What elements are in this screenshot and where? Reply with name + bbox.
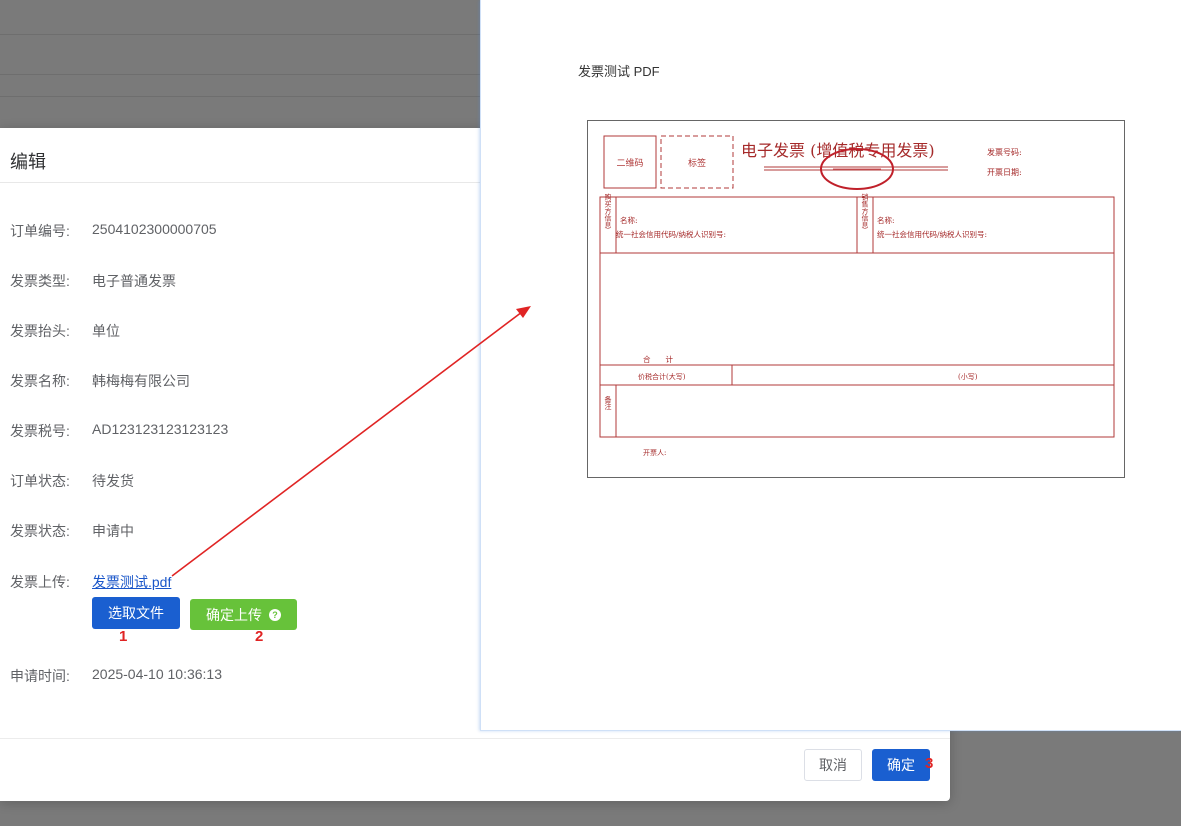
seller-credit-code-label: 统一社会信用代码/纳税人识别号:	[877, 229, 987, 239]
step-marker-1: 1	[119, 628, 128, 645]
choose-file-button[interactable]: 选取文件	[92, 597, 180, 629]
invoice-upload-label: 发票上传:	[10, 574, 70, 590]
invoice-drawing: 二维码 标签 电子发票 (增值税专用发票) 发票号码: 开票日期: 购买方信息 …	[599, 135, 1115, 457]
step-marker-3: 3	[925, 755, 934, 772]
invoice-header-value: 单位	[92, 323, 120, 339]
total-label: 合 计	[643, 354, 673, 364]
confirm-upload-button[interactable]: 确定上传 ?	[190, 599, 297, 630]
step-marker-2: 2	[255, 628, 264, 645]
invoice-name-label: 发票名称:	[10, 373, 70, 389]
remarks-label: 备注	[604, 395, 612, 411]
dialog-title: 编辑	[10, 152, 46, 172]
tax-number-label: 发票税号:	[10, 423, 70, 439]
choose-file-button-label: 选取文件	[108, 605, 164, 621]
invoice-type-label: 发票类型:	[10, 273, 70, 289]
invoice-heading: 电子发票 (增值税专用发票)	[741, 141, 935, 160]
confirm-upload-button-label: 确定上传	[206, 606, 262, 623]
invoice-pdf-page: 二维码 标签 电子发票 (增值税专用发票) 发票号码: 开票日期: 购买方信息 …	[587, 120, 1125, 478]
invoice-type-value: 电子普通发票	[92, 273, 176, 289]
buyer-name-label: 名称:	[620, 215, 638, 225]
tax-number-value: AD123123123123123	[92, 421, 229, 437]
seller-info-side-label: 销售方信息	[861, 193, 869, 229]
question-circle-icon: ?	[269, 608, 281, 621]
invoice-date-label: 开票日期:	[987, 168, 1022, 177]
tag-label: 标签	[688, 157, 706, 169]
seller-name-label: 名称:	[877, 215, 895, 225]
cancel-button[interactable]: 取消	[804, 749, 862, 781]
qr-code-label: 二维码	[616, 157, 643, 169]
apply-time-label: 申请时间:	[10, 668, 70, 684]
issuer-label: 开票人:	[643, 449, 666, 457]
preview-title: 发票测试 PDF	[578, 64, 660, 79]
cancel-button-label: 取消	[819, 757, 847, 773]
uploaded-file-link[interactable]: 发票测试.pdf	[92, 572, 171, 592]
buyer-info-side-label: 购买方信息	[604, 193, 612, 229]
footer-divider	[0, 738, 950, 739]
order-number-label: 订单编号:	[10, 223, 70, 239]
order-status-label: 订单状态:	[10, 473, 70, 489]
buyer-credit-code-label: 统一社会信用代码/纳税人识别号:	[616, 229, 726, 239]
total-lower-label: (小写)	[958, 372, 978, 381]
order-status-value: 待发货	[92, 473, 134, 489]
invoice-header-label: 发票抬头:	[10, 323, 70, 339]
total-upper-label: 价税合计(大写)	[638, 372, 686, 381]
pdf-preview-panel: 发票测试 PDF 二维码 标签 电子发票 (增值税专用发票) 发票号码: 开票日…	[480, 0, 1181, 731]
ok-button[interactable]: 确定	[872, 749, 930, 781]
invoice-name-value: 韩梅梅有限公司	[92, 373, 190, 389]
invoice-status-value: 申请中	[92, 523, 134, 539]
apply-time-value: 2025-04-10 10:36:13	[92, 666, 222, 682]
order-number-value: 2504102300000705	[92, 221, 217, 237]
invoice-status-label: 发票状态:	[10, 523, 70, 539]
ok-button-label: 确定	[887, 757, 915, 773]
invoice-number-label: 发票号码:	[987, 147, 1022, 157]
